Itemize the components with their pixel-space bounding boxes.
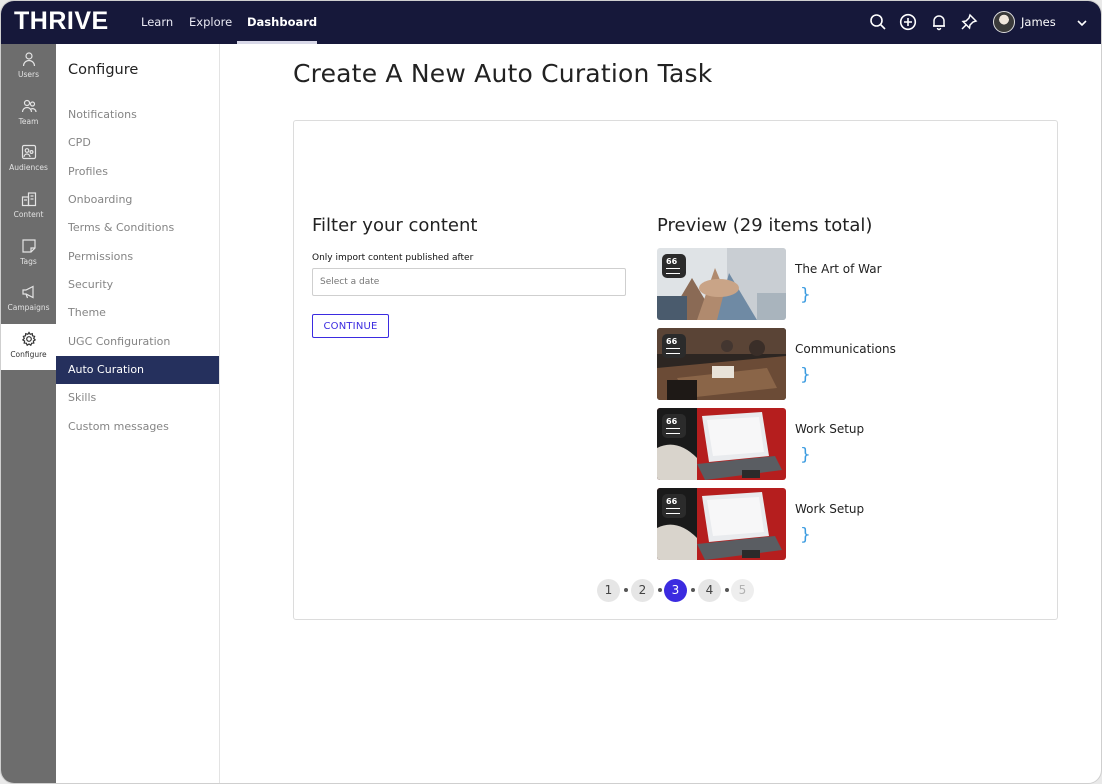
sidebar-item-notifications[interactable]: Notifications bbox=[56, 101, 219, 129]
rail-item-team[interactable]: Team bbox=[1, 91, 56, 137]
page-separator bbox=[624, 588, 628, 592]
configure-sidebar: Configure Notifications CPD Profiles Onb… bbox=[56, 44, 220, 783]
page-2-button[interactable]: 2 bbox=[631, 579, 654, 602]
sidebar-item-ugc-configuration[interactable]: UGC Configuration bbox=[56, 328, 219, 356]
rail-label: Configure bbox=[10, 350, 47, 359]
preview-thumbnail: 66 bbox=[657, 248, 786, 320]
user-name[interactable]: James bbox=[1021, 15, 1056, 29]
quote-icon: 66 bbox=[662, 414, 686, 438]
rail-label: Campaigns bbox=[7, 303, 50, 312]
page-title: Create A New Auto Curation Task bbox=[293, 59, 713, 88]
quote-icon: 66 bbox=[662, 494, 686, 518]
sidebar-item-onboarding[interactable]: Onboarding bbox=[56, 186, 219, 214]
search-icon[interactable] bbox=[869, 13, 887, 31]
brace-icon: } bbox=[800, 285, 811, 305]
rail-item-content[interactable]: Content bbox=[1, 184, 56, 230]
page-separator bbox=[691, 588, 695, 592]
preview-thumbnail: 66 bbox=[657, 408, 786, 480]
sidebar-item-auto-curation[interactable]: Auto Curation bbox=[56, 356, 219, 384]
tag-icon bbox=[21, 239, 36, 253]
rail-label: Tags bbox=[20, 257, 37, 266]
nav-learn[interactable]: Learn bbox=[141, 15, 173, 29]
date-field[interactable] bbox=[312, 268, 626, 296]
sidebar-item-profiles[interactable]: Profiles bbox=[56, 158, 219, 186]
active-nav-underline bbox=[237, 41, 317, 44]
rail-label: Content bbox=[13, 210, 44, 219]
rail-item-campaigns[interactable]: Campaigns bbox=[1, 277, 56, 323]
badge-text: 66 bbox=[666, 497, 678, 506]
rail-label: Team bbox=[18, 117, 39, 126]
page-3-button[interactable]: 3 bbox=[664, 579, 687, 602]
preview-thumbnail: 66 bbox=[657, 488, 786, 560]
badge-text: 66 bbox=[666, 257, 678, 266]
sidebar-item-terms-conditions[interactable]: Terms & Conditions bbox=[56, 214, 219, 242]
audience-icon bbox=[21, 144, 36, 160]
megaphone-icon bbox=[21, 285, 34, 299]
badge-text: 66 bbox=[666, 337, 678, 346]
brace-icon: } bbox=[800, 525, 811, 545]
rail-label: Users bbox=[17, 70, 39, 79]
page-separator bbox=[658, 588, 662, 592]
top-navigation-bar: THRIVE Learn Explore Dashboard James bbox=[1, 1, 1101, 44]
preview-item[interactable]: 66 The Art of War } bbox=[657, 248, 1037, 320]
gear-icon bbox=[21, 331, 36, 347]
brace-icon: } bbox=[800, 365, 811, 385]
nav-dashboard[interactable]: Dashboard bbox=[247, 15, 317, 29]
badge-text: 66 bbox=[666, 417, 678, 426]
preview-item-title: Work Setup bbox=[795, 422, 865, 436]
curation-card: Filter your content Only import content … bbox=[293, 120, 1058, 620]
preview-item[interactable]: 66 Work Setup } bbox=[657, 488, 1037, 560]
rail-item-configure[interactable]: Configure bbox=[1, 324, 56, 370]
team-icon bbox=[21, 99, 37, 113]
brace-icon: } bbox=[800, 445, 811, 465]
date-field-label: Only import content published after bbox=[312, 253, 474, 263]
icon-rail: Users Team Audiences Content Tags Campai… bbox=[1, 44, 56, 783]
rail-label: Audiences bbox=[9, 163, 48, 172]
filter-heading: Filter your content bbox=[312, 215, 478, 236]
rail-item-tags[interactable]: Tags bbox=[1, 231, 56, 277]
page-separator bbox=[725, 588, 729, 592]
thrive-logo[interactable]: THRIVE bbox=[14, 7, 109, 36]
nav-explore[interactable]: Explore bbox=[189, 15, 232, 29]
user-icon bbox=[22, 52, 35, 67]
sidebar-item-custom-messages[interactable]: Custom messages bbox=[56, 413, 219, 441]
quote-icon: 66 bbox=[662, 334, 686, 358]
preview-item-title: Communications bbox=[795, 342, 896, 356]
preview-item-title: Work Setup bbox=[795, 502, 865, 516]
app-window: THRIVE Learn Explore Dashboard James Use… bbox=[0, 0, 1102, 784]
preview-item[interactable]: 66 Communications } bbox=[657, 328, 1037, 400]
preview-thumbnail: 66 bbox=[657, 328, 786, 400]
sidebar-title: Configure bbox=[68, 62, 139, 78]
sidebar-item-cpd[interactable]: CPD bbox=[56, 129, 219, 157]
chevron-down-icon[interactable] bbox=[1075, 15, 1089, 29]
preview-heading: Preview (29 items total) bbox=[657, 215, 873, 236]
bell-icon[interactable] bbox=[930, 13, 948, 31]
sidebar-item-theme[interactable]: Theme bbox=[56, 299, 219, 327]
rail-item-audiences[interactable]: Audiences bbox=[1, 137, 56, 183]
continue-button[interactable]: CONTINUE bbox=[312, 314, 389, 338]
sidebar-item-security[interactable]: Security bbox=[56, 271, 219, 299]
content-icon bbox=[21, 192, 36, 207]
page-4-button[interactable]: 4 bbox=[698, 579, 721, 602]
add-circle-icon[interactable] bbox=[899, 13, 917, 31]
rail-item-users[interactable]: Users bbox=[1, 44, 56, 90]
quote-icon: 66 bbox=[662, 254, 686, 278]
preview-item-title: The Art of War bbox=[795, 262, 882, 276]
user-avatar[interactable] bbox=[993, 11, 1015, 33]
sidebar-item-skills[interactable]: Skills bbox=[56, 384, 219, 412]
page-5-button[interactable]: 5 bbox=[731, 579, 754, 602]
page-1-button[interactable]: 1 bbox=[597, 579, 620, 602]
sidebar-item-permissions[interactable]: Permissions bbox=[56, 243, 219, 271]
preview-item[interactable]: 66 Work Setup } bbox=[657, 408, 1037, 480]
pin-icon[interactable] bbox=[960, 13, 978, 31]
